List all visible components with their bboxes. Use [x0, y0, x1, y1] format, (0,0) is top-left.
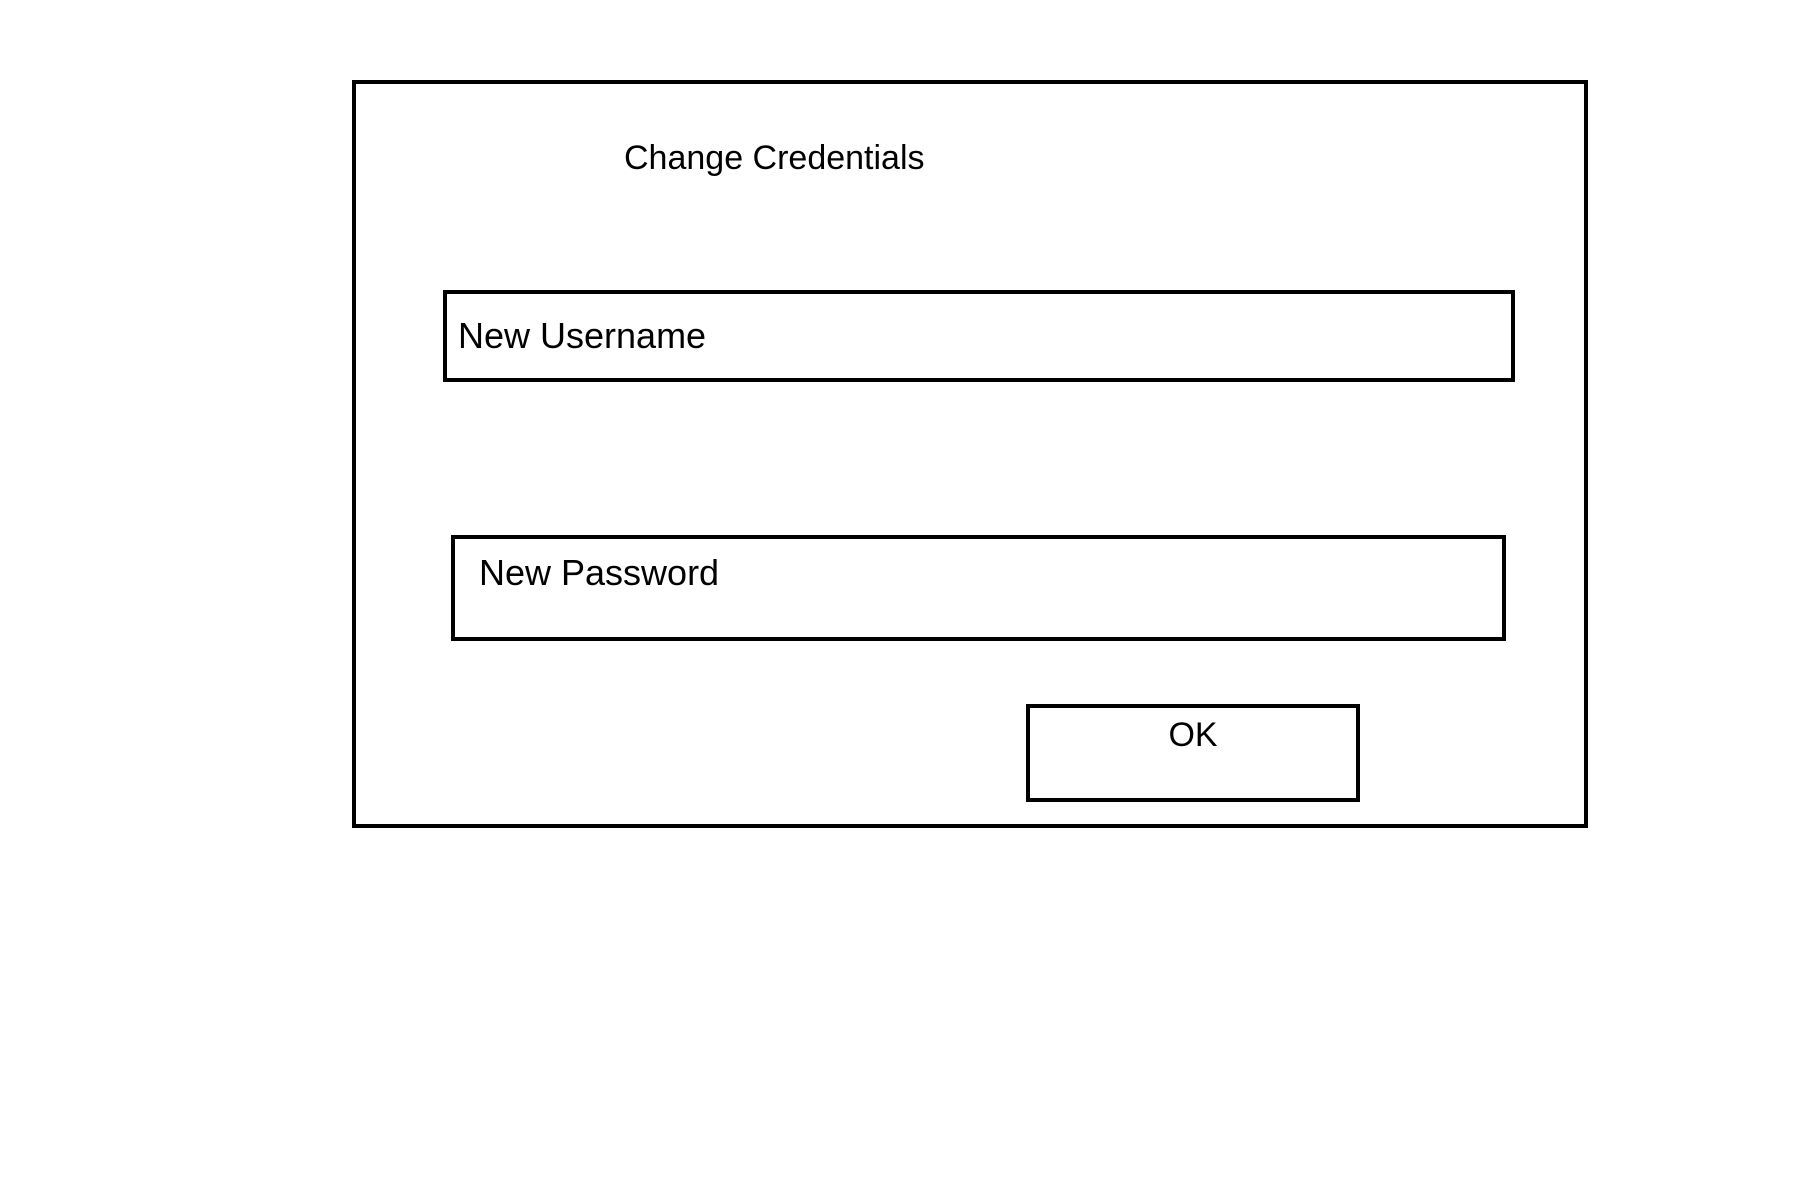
change-credentials-dialog — [352, 80, 1588, 828]
ok-button[interactable]: OK — [1026, 704, 1360, 802]
new-password-input[interactable] — [451, 535, 1506, 641]
dialog-title: Change Credentials — [624, 139, 925, 177]
new-username-input[interactable] — [443, 290, 1515, 382]
